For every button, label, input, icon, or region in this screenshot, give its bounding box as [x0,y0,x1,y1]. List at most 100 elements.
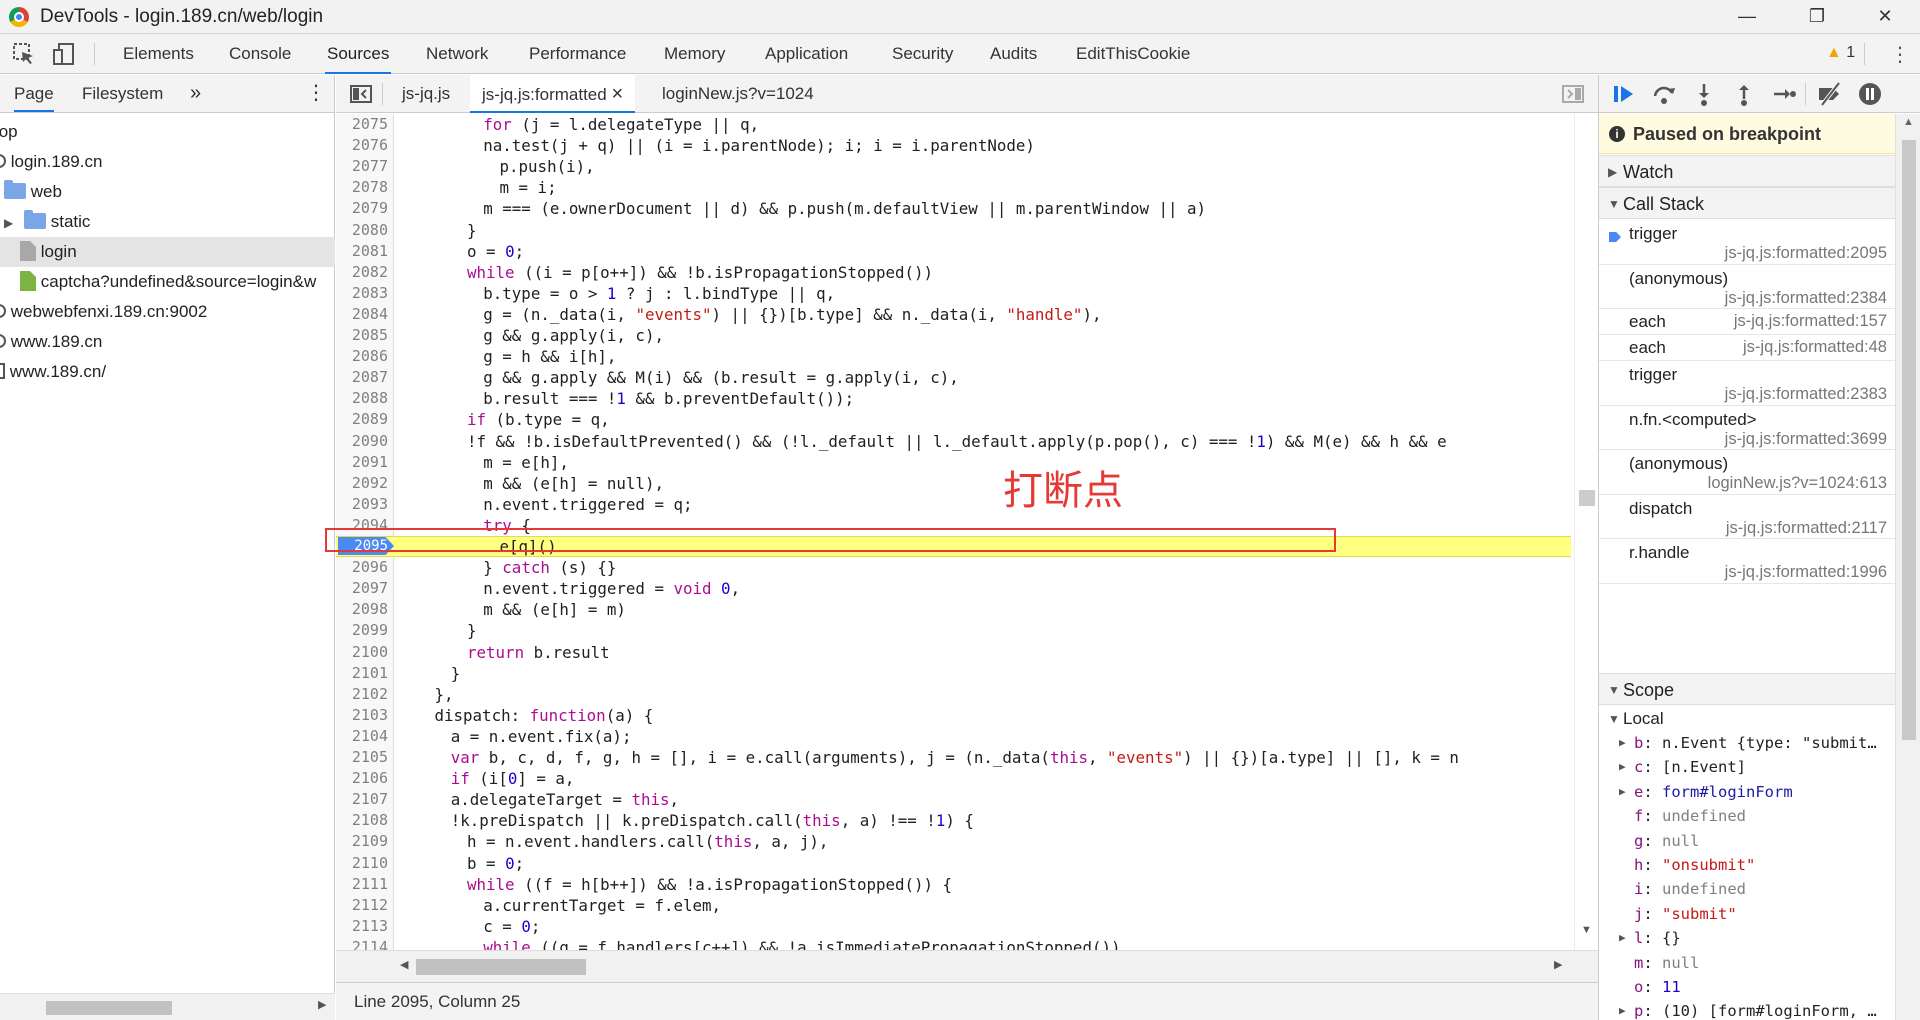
expand-arrow-icon[interactable]: ▶ [1619,755,1626,779]
line-number[interactable]: 2081 [336,241,388,262]
tab-application[interactable]: Application [763,34,850,74]
minimize-button[interactable]: — [1724,0,1770,34]
tree-item-www-189-frame[interactable]: www.189.cn/ [0,357,335,387]
warnings-counter[interactable]: ▲ 1 [1826,44,1855,62]
line-number[interactable]: 2098 [336,599,388,620]
scroll-up-icon[interactable]: ▲ [1903,116,1914,128]
toggle-debugger-icon[interactable] [1562,85,1584,103]
tab-editthiscookie[interactable]: EditThisCookie [1074,34,1192,74]
tab-security[interactable]: Security [890,34,955,74]
device-toolbar-icon[interactable] [52,42,76,66]
call-stack-frame[interactable]: (anonymous) loginNew.js?v=1024:613 [1599,450,1895,495]
editor-tab-js-jq-formatted[interactable]: js-jq.js:formatted × [470,75,636,113]
line-number[interactable]: 2106 [336,768,388,789]
scope-section-header[interactable]: ▼ Scope [1599,673,1895,705]
line-number[interactable]: 2111 [336,874,388,895]
line-number[interactable]: 2104 [336,726,388,747]
toggle-navigator-icon[interactable] [350,85,372,103]
expand-arrow-icon[interactable]: ▶ [1619,780,1626,804]
line-number[interactable]: 2113 [336,916,388,937]
frame-location-link[interactable]: loginNew.js?v=1024:613 [1708,474,1887,493]
call-stack-frame[interactable]: r.handle js-jq.js:formatted:1996 [1599,539,1895,584]
tree-item-captcha[interactable]: captcha?undefined&source=login&w [0,267,335,297]
line-number[interactable]: 2088 [336,388,388,409]
line-number[interactable]: 2103 [336,705,388,726]
more-tabs-button[interactable]: » [190,75,201,112]
tab-performance[interactable]: Performance [527,34,628,74]
call-stack-frame[interactable]: trigger js-jq.js:formatted:2095 [1599,220,1895,265]
scroll-right-icon[interactable]: ▶ [318,998,326,1011]
scrollbar-thumb[interactable] [1579,490,1595,506]
tree-item-login-189[interactable]: login.189.cn [0,147,335,177]
tab-console[interactable]: Console [227,34,293,74]
scope-variable[interactable]: ▶ l: {} [1599,926,1895,950]
tab-sources[interactable]: Sources [325,34,392,74]
expand-arrow-icon[interactable]: ▶ [4,208,24,237]
scope-variable[interactable]: o: 11 [1599,975,1895,999]
tab-memory[interactable]: Memory [662,34,727,74]
line-number[interactable]: 2086 [336,346,388,367]
scope-variable[interactable]: h: "onsubmit" [1599,853,1895,877]
pause-on-exceptions-icon[interactable] [1857,81,1883,107]
line-number[interactable]: 2112 [336,895,388,916]
line-number[interactable]: 2079 [336,198,388,219]
step-into-icon[interactable] [1691,81,1717,107]
scope-variable[interactable]: i: undefined [1599,877,1895,901]
tab-filesystem[interactable]: Filesystem [82,75,163,112]
call-stack-frame[interactable]: dispatch js-jq.js:formatted:2117 [1599,495,1895,539]
line-number[interactable]: 2109 [336,831,388,852]
more-options-button[interactable]: ⋮ [1890,42,1910,67]
tree-item-web[interactable]: web [0,177,335,207]
scope-variable[interactable]: ▶ p: (10) [form#loginForm, … [1599,999,1895,1020]
tree-item-login[interactable]: login [0,237,335,267]
call-stack-frame[interactable]: trigger js-jq.js:formatted:2383 [1599,361,1895,406]
scrollbar-thumb[interactable] [1902,140,1916,740]
frame-location-link[interactable]: js-jq.js:formatted:2117 [1726,519,1887,538]
line-number[interactable]: 2090 [336,431,388,452]
call-stack-frame[interactable]: each js-jq.js:formatted:157 [1599,309,1895,335]
editor-tab-loginnew[interactable]: loginNew.js?v=1024 [654,75,822,113]
line-number[interactable]: 2087 [336,367,388,388]
step-out-icon[interactable] [1731,81,1757,107]
line-number[interactable]: 2082 [336,262,388,283]
line-number[interactable]: 2078 [336,177,388,198]
tree-item-www-189[interactable]: www.189.cn [0,327,335,357]
line-number[interactable]: 2075 [336,114,388,135]
line-number[interactable]: 2099 [336,620,388,641]
line-number[interactable]: 2084 [336,304,388,325]
step-over-icon[interactable] [1651,81,1677,107]
scroll-left-icon[interactable]: ◀ [400,958,408,971]
tab-elements[interactable]: Elements [121,34,196,74]
line-number[interactable]: 2110 [336,853,388,874]
line-number[interactable]: 2080 [336,220,388,241]
scope-variable[interactable]: ▶ e: form#loginForm [1599,780,1895,804]
navigator-horizontal-scrollbar[interactable]: ▶ [0,993,335,1020]
frame-location-link[interactable]: js-jq.js:formatted:157 [1734,312,1887,331]
call-stack-frame[interactable]: (anonymous) js-jq.js:formatted:2384 [1599,265,1895,309]
expand-arrow-icon[interactable]: ▶ [1619,926,1626,950]
line-number[interactable]: 2097 [336,578,388,599]
editor-vertical-scrollbar[interactable]: ▼ [1574,114,1598,950]
deactivate-breakpoints-icon[interactable] [1817,81,1843,107]
call-stack-frame[interactable]: each js-jq.js:formatted:48 [1599,335,1895,361]
watch-section-header[interactable]: ▶ Watch [1599,155,1895,187]
scroll-down-icon[interactable]: ▼ [1581,924,1592,936]
step-icon[interactable] [1771,81,1797,107]
tree-item-static[interactable]: ▶ static [0,207,335,237]
inspect-element-icon[interactable] [12,42,36,66]
close-button[interactable]: ✕ [1862,0,1908,34]
line-number[interactable]: 2092 [336,473,388,494]
line-number[interactable]: 2105 [336,747,388,768]
scope-variable[interactable]: j: "submit" [1599,902,1895,926]
frame-location-link[interactable]: js-jq.js:formatted:2095 [1725,244,1887,263]
navigator-menu-button[interactable]: ⋮ [306,75,326,112]
frame-location-link[interactable]: js-jq.js:formatted:1996 [1725,563,1887,582]
frame-location-link[interactable]: js-jq.js:formatted:48 [1743,338,1887,357]
scope-variable[interactable]: ▶ c: [n.Event] [1599,755,1895,779]
editor-tab-js-jq[interactable]: js-jq.js [394,75,458,113]
expand-arrow-icon[interactable]: ▶ [1619,731,1626,755]
frame-location-link[interactable]: js-jq.js:formatted:2383 [1725,385,1887,404]
frame-location-link[interactable]: js-jq.js:formatted:2384 [1725,289,1887,308]
line-number[interactable]: 2108 [336,810,388,831]
close-tab-icon[interactable]: × [611,83,623,105]
